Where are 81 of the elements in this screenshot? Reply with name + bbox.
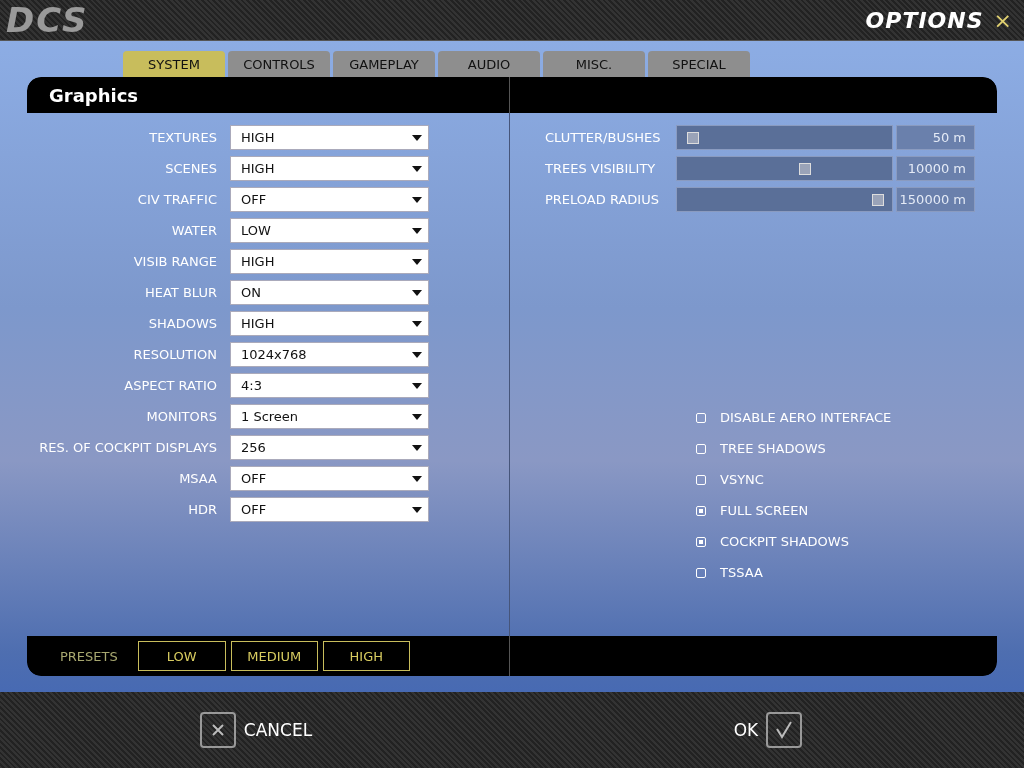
slider-thumb[interactable]: [871, 194, 884, 206]
checkbox-label: TSSAA: [720, 565, 763, 580]
cancel-button[interactable]: CANCEL: [199, 712, 313, 748]
tab[interactable]: MISC.: [543, 51, 645, 77]
checkbox-label: COCKPIT SHADOWS: [720, 534, 849, 549]
dropdown[interactable]: 256: [230, 435, 429, 460]
caret-icon: [412, 134, 422, 141]
caret-icon: [412, 506, 422, 513]
caret-icon: [412, 320, 422, 327]
tab[interactable]: AUDIO: [438, 51, 540, 77]
slider-label: TREES VISIBILITY: [544, 161, 657, 176]
caret-icon: [412, 289, 422, 296]
tab[interactable]: SYSTEM: [123, 51, 225, 77]
window-title: OPTIONS: [865, 7, 984, 33]
dropdown[interactable]: HIGH: [230, 311, 429, 336]
slider-reading: 150000 m: [896, 187, 975, 212]
caret-icon: [412, 165, 422, 172]
setting-label: VISIB RANGE: [132, 254, 217, 269]
dropdown[interactable]: 1 Screen: [230, 404, 429, 429]
checkbox[interactable]: [696, 567, 706, 578]
setting-label: MSAA: [178, 471, 217, 486]
dropdown[interactable]: HIGH: [230, 156, 429, 181]
setting-label: RESOLUTION: [132, 347, 217, 362]
caret-icon: [412, 227, 422, 234]
dropdown[interactable]: 4:3: [230, 373, 429, 398]
slider-track[interactable]: [676, 187, 893, 212]
slider-thumb[interactable]: [798, 163, 811, 175]
tab[interactable]: SPECIAL: [648, 51, 750, 77]
slider-thumb[interactable]: [687, 132, 700, 144]
close-icon: [199, 712, 236, 748]
checkbox[interactable]: [696, 412, 706, 423]
dropdown[interactable]: LOW: [230, 218, 429, 243]
caret-icon: [412, 258, 422, 265]
setting-label: HDR: [187, 502, 217, 517]
setting-label: HEAT BLUR: [144, 285, 217, 300]
slider-reading: 10000 m: [896, 156, 975, 181]
checkmark-icon: [766, 712, 803, 748]
caret-icon: [412, 413, 422, 420]
panel-title: Graphics: [48, 84, 139, 106]
presets-label: PRESETS: [59, 648, 118, 664]
logo: DCS: [6, 0, 89, 40]
tab[interactable]: CONTROLS: [228, 51, 330, 77]
slider-reading: 50 m: [896, 125, 975, 150]
preset-button[interactable]: MEDIUM: [230, 641, 318, 671]
dropdown[interactable]: HIGH: [230, 125, 429, 150]
setting-label: RES. OF COCKPIT DISPLAYS: [38, 440, 217, 455]
dropdown[interactable]: OFF: [230, 497, 429, 522]
dropdown[interactable]: HIGH: [230, 249, 429, 274]
setting-label: CIV TRAFFIC: [136, 192, 217, 207]
checkbox[interactable]: [696, 536, 706, 547]
setting-label: MONITORS: [145, 409, 217, 424]
checkbox-label: FULL SCREEN: [720, 503, 809, 518]
dropdown[interactable]: 1024x768: [230, 342, 429, 367]
setting-label: ASPECT RATIO: [123, 378, 217, 393]
slider-label: PRELOAD RADIUS: [544, 192, 660, 207]
slider-label: CLUTTER/BUSHES: [544, 130, 662, 145]
checkbox[interactable]: [696, 474, 706, 485]
checkbox-label: DISABLE AERO INTERFACE: [720, 410, 892, 425]
caret-icon: [412, 475, 422, 482]
setting-label: SCENES: [164, 161, 217, 176]
dropdown[interactable]: OFF: [230, 187, 429, 212]
setting-label: SHADOWS: [147, 316, 217, 331]
dropdown[interactable]: OFF: [230, 466, 429, 491]
slider-track[interactable]: [676, 125, 893, 150]
checkbox-label: VSYNC: [720, 472, 764, 487]
tab[interactable]: GAMEPLAY: [333, 51, 435, 77]
setting-label: WATER: [170, 223, 217, 238]
preset-button[interactable]: HIGH: [322, 641, 410, 671]
caret-icon: [412, 382, 422, 389]
checkbox-label: TREE SHADOWS: [720, 441, 826, 456]
dropdown[interactable]: ON: [230, 280, 429, 305]
caret-icon: [412, 444, 422, 451]
checkbox[interactable]: [696, 505, 706, 516]
setting-label: TEXTURES: [148, 130, 217, 145]
ok-button[interactable]: OK: [733, 712, 803, 748]
checkbox[interactable]: [696, 443, 706, 454]
caret-icon: [412, 351, 422, 358]
caret-icon: [412, 196, 422, 203]
slider-track[interactable]: [676, 156, 893, 181]
close-button[interactable]: ×: [983, 7, 1012, 33]
preset-button[interactable]: LOW: [137, 641, 226, 671]
